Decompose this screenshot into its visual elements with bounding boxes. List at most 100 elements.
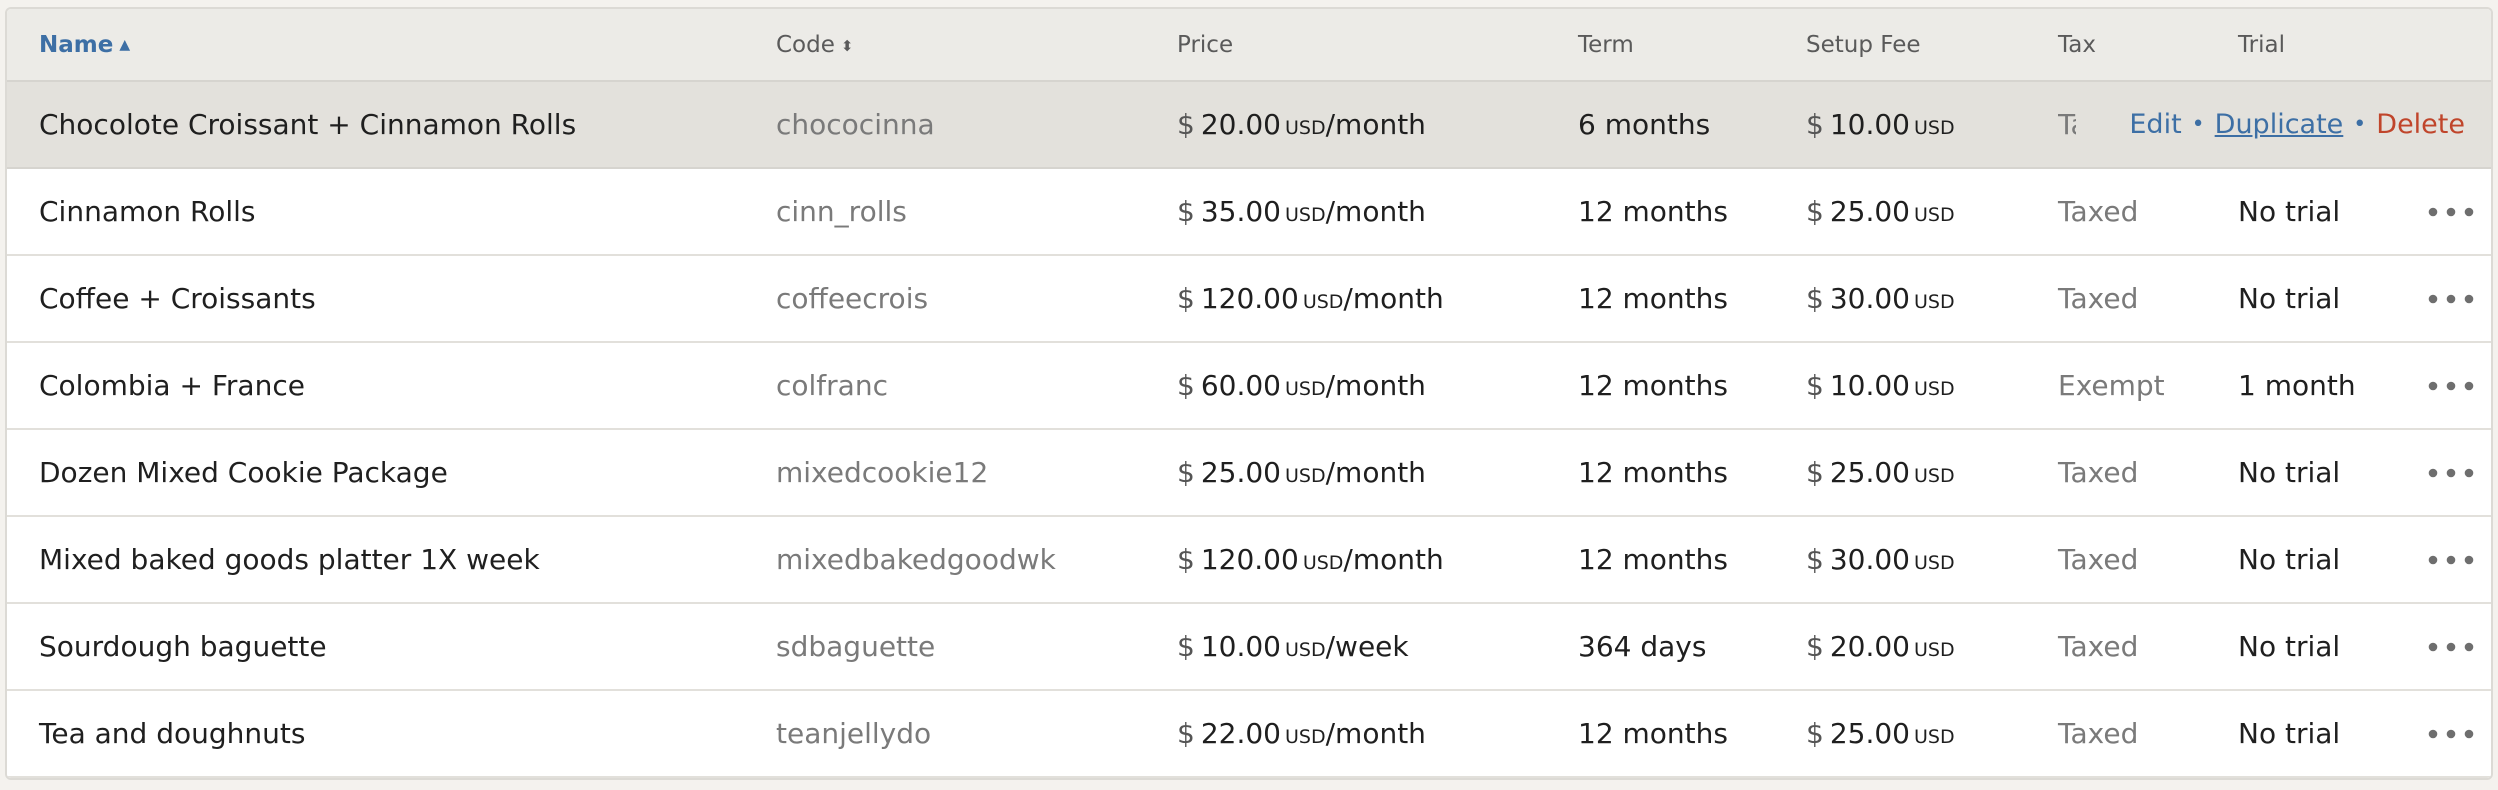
plan-name: Tea and doughnuts: [39, 717, 306, 750]
plan-trial: No trial: [2238, 543, 2341, 576]
setup-fee-amount: 30.00: [1829, 543, 1910, 576]
duplicate-link[interactable]: Duplicate: [2215, 109, 2344, 140]
plan-setup-fee: $10.00 USD: [1806, 82, 1955, 167]
table-row[interactable]: Mixed baked goods platter 1X week mixedba…: [7, 517, 2491, 604]
price-period: /month: [1325, 369, 1426, 402]
currency-symbol: $: [1806, 543, 1824, 576]
plan-name: Sourdough baguette: [39, 630, 327, 663]
plan-setup-fee: $30.00 USD: [1806, 517, 1955, 602]
currency-code: USD: [1285, 204, 1326, 226]
plan-setup-fee: $25.00 USD: [1806, 169, 1955, 254]
currency-symbol: $: [1806, 195, 1824, 228]
plan-term: 6 months: [1578, 108, 1711, 141]
plan-term: 12 months: [1578, 717, 1728, 750]
currency-symbol: $: [1177, 717, 1195, 750]
plan-name: Coffee + Croissants: [39, 282, 316, 315]
setup-fee-amount: 25.00: [1829, 195, 1910, 228]
price-amount: 35.00: [1200, 195, 1281, 228]
setup-fee-amount: 25.00: [1829, 717, 1910, 750]
more-horizontal-icon: [2428, 381, 2474, 390]
currency-symbol: $: [1806, 282, 1824, 315]
edit-link[interactable]: Edit: [2129, 109, 2181, 140]
plan-trial: No trial: [2238, 282, 2341, 315]
currency-symbol: $: [1177, 630, 1195, 663]
table-row[interactable]: Tea and doughnuts teanjellydo $22.00 USD/mo…: [7, 691, 2491, 778]
row-menu-button[interactable]: [2425, 256, 2477, 341]
separator-dot: •: [2353, 112, 2367, 137]
price-period: /month: [1325, 717, 1426, 750]
plan-tax: Taxed: [2058, 195, 2139, 228]
plan-tax: Taxed: [2058, 108, 2076, 141]
delete-link[interactable]: Delete: [2376, 109, 2465, 140]
setup-fee-amount: 10.00: [1829, 369, 1910, 402]
caret-up-icon: ▲: [119, 37, 131, 53]
plan-code: mixedcookie12: [776, 456, 989, 489]
table-row[interactable]: Coffee + Croissants coffeecrois $120.00 USD…: [7, 256, 2491, 343]
row-menu-button[interactable]: [2425, 691, 2477, 776]
currency-code: USD: [1302, 552, 1344, 574]
plan-code: cinn_rolls: [776, 195, 907, 228]
currency-code: USD: [1914, 726, 1955, 748]
row-menu-button[interactable]: [2425, 430, 2477, 515]
table-row[interactable]: Chocolote Croissant + Cinnamon Rolls choc…: [7, 82, 2491, 169]
plan-price: $120.00 USD/month: [1177, 517, 1444, 602]
row-menu-button[interactable]: [2425, 517, 2477, 602]
row-menu-button[interactable]: [2425, 169, 2477, 254]
plan-tax: Taxed: [2058, 456, 2139, 489]
column-header-code-label: Code: [776, 32, 835, 58]
table-row[interactable]: Sourdough baguette sdbaguette $10.00 USD/we…: [7, 604, 2491, 691]
column-header-name-label: Name: [39, 32, 114, 58]
plan-code: colfranc: [776, 369, 888, 402]
column-header-name[interactable]: Name ▲: [39, 9, 130, 82]
currency-symbol: $: [1177, 456, 1195, 489]
more-horizontal-icon: [2428, 729, 2474, 738]
plan-name: Dozen Mixed Cookie Package: [39, 456, 448, 489]
currency-symbol: $: [1177, 195, 1195, 228]
plan-setup-fee: $30.00 USD: [1806, 256, 1955, 341]
column-header-price: Price: [1177, 32, 1234, 58]
plan-setup-fee: $10.00 USD: [1806, 343, 1955, 428]
table-row[interactable]: Cinnamon Rolls cinn_rolls $35.00 USD/month 1…: [7, 169, 2491, 256]
plan-term: 12 months: [1578, 282, 1728, 315]
currency-code: USD: [1285, 639, 1326, 661]
plan-code: teanjellydo: [776, 717, 932, 750]
plan-price: $120.00 USD/month: [1177, 256, 1444, 341]
currency-code: USD: [1285, 378, 1326, 400]
plan-term: 12 months: [1578, 369, 1728, 402]
currency-code: USD: [1914, 291, 1955, 313]
currency-code: USD: [1914, 117, 1955, 139]
currency-code: USD: [1914, 204, 1955, 226]
plan-tax: Taxed: [2058, 717, 2139, 750]
table-row[interactable]: Colombia + France colfranc $60.00 USD/month…: [7, 343, 2491, 430]
currency-symbol: $: [1806, 630, 1824, 663]
plan-tax: Taxed: [2058, 282, 2139, 315]
price-period: /month: [1325, 195, 1426, 228]
price-amount: 22.00: [1200, 717, 1281, 750]
more-horizontal-icon: [2428, 468, 2474, 477]
plan-price: $10.00 USD/week: [1177, 604, 1409, 689]
currency-code: USD: [1285, 465, 1326, 487]
table-row[interactable]: Dozen Mixed Cookie Package mixedcookie12 $…: [7, 430, 2491, 517]
separator-dot: •: [2191, 112, 2205, 137]
column-header-tax: Tax: [2058, 32, 2096, 58]
currency-code: USD: [1914, 552, 1955, 574]
price-amount: 20.00: [1200, 108, 1281, 141]
setup-fee-amount: 25.00: [1829, 456, 1910, 489]
plan-trial: No trial: [2238, 630, 2341, 663]
row-menu-button[interactable]: [2425, 343, 2477, 428]
plan-setup-fee: $25.00 USD: [1806, 430, 1955, 515]
price-amount: 120.00: [1200, 282, 1299, 315]
plan-tax: Exempt: [2058, 369, 2165, 402]
row-menu-button[interactable]: [2425, 604, 2477, 689]
currency-symbol: $: [1806, 108, 1824, 141]
plan-setup-fee: $25.00 USD: [1806, 691, 1955, 776]
plan-tax: Taxed: [2058, 543, 2139, 576]
plan-term: 12 months: [1578, 543, 1728, 576]
row-actions: Edit • Duplicate • Delete: [2129, 82, 2465, 167]
plan-price: $20.00 USD/month: [1177, 82, 1426, 167]
price-amount: 120.00: [1200, 543, 1299, 576]
price-period: /month: [1325, 108, 1426, 141]
plan-price: $60.00 USD/month: [1177, 343, 1426, 428]
plan-name: Colombia + France: [39, 369, 305, 402]
column-header-code[interactable]: Code ⬍: [776, 9, 853, 82]
